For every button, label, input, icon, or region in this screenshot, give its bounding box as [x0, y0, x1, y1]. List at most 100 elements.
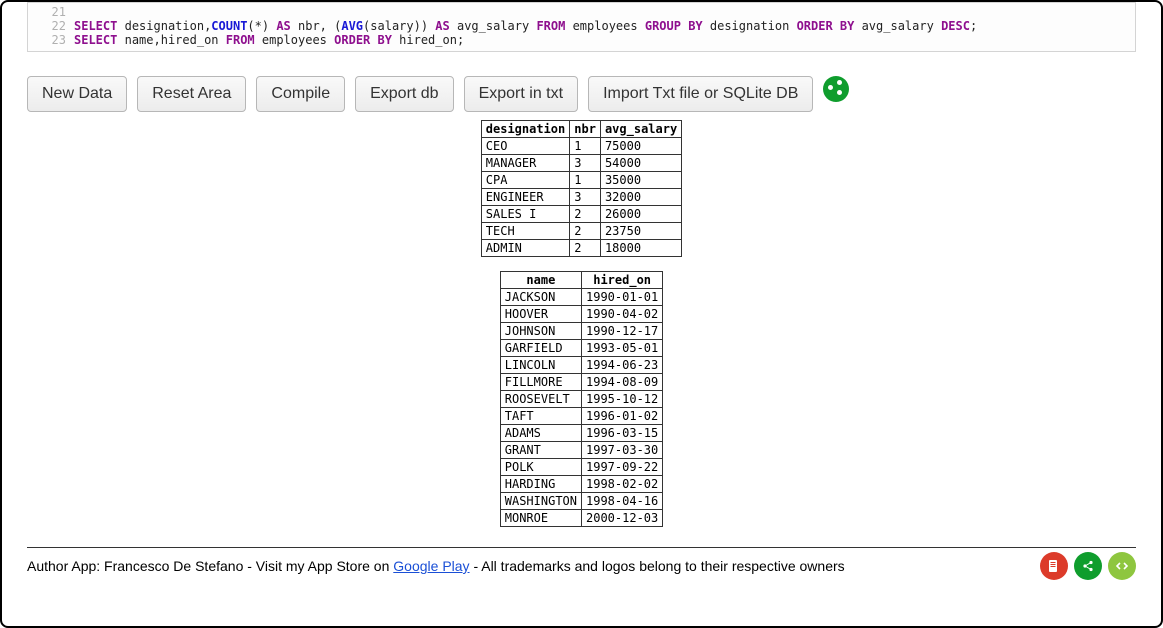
table-cell: 1	[570, 172, 601, 189]
table-cell: 1990-12-17	[582, 323, 663, 340]
table-row: WASHINGTON1998-04-16	[500, 493, 663, 510]
footer-icons	[1040, 552, 1136, 580]
table-cell: HARDING	[500, 476, 581, 493]
footer-prefix: Author App: Francesco De Stefano - Visit…	[27, 558, 393, 574]
share-icon[interactable]	[823, 76, 849, 102]
table-cell: 2	[570, 223, 601, 240]
code-content[interactable]: SELECT name,hired_on FROM employees ORDE…	[74, 33, 1135, 47]
table-cell: 1990-04-02	[582, 306, 663, 323]
code-line[interactable]: 21	[28, 5, 1135, 19]
line-number: 22	[28, 19, 74, 33]
export-db-button[interactable]: Export db	[355, 76, 453, 112]
table-cell: 1994-06-23	[582, 357, 663, 374]
table-row: GRANT1997-03-30	[500, 442, 663, 459]
table-row: ENGINEER332000	[481, 189, 681, 206]
share-footer-icon[interactable]	[1074, 552, 1102, 580]
table-row: HOOVER1990-04-02	[500, 306, 663, 323]
table-row: ADAMS1996-03-15	[500, 425, 663, 442]
table-row: LINCOLN1994-06-23	[500, 357, 663, 374]
reset-area-button[interactable]: Reset Area	[137, 76, 246, 112]
code-icon[interactable]	[1108, 552, 1136, 580]
table-row: HARDING1998-02-02	[500, 476, 663, 493]
footer-suffix: - All trademarks and logos belong to the…	[470, 558, 845, 574]
table-row: FILLMORE1994-08-09	[500, 374, 663, 391]
table-row: ADMIN218000	[481, 240, 681, 257]
code-content[interactable]	[74, 5, 1135, 19]
table-row: CEO175000	[481, 138, 681, 155]
table-row: TAFT1996-01-02	[500, 408, 663, 425]
table-cell: 1998-04-16	[582, 493, 663, 510]
table-cell: 2	[570, 206, 601, 223]
table-cell: LINCOLN	[500, 357, 581, 374]
table-cell: WASHINGTON	[500, 493, 581, 510]
table-cell: 2	[570, 240, 601, 257]
footer-divider	[27, 547, 1136, 548]
table-cell: 75000	[600, 138, 681, 155]
code-line[interactable]: 23SELECT name,hired_on FROM employees OR…	[28, 33, 1135, 47]
table-cell: 1990-01-01	[582, 289, 663, 306]
table-row: JACKSON1990-01-01	[500, 289, 663, 306]
table-cell: ENGINEER	[481, 189, 569, 206]
table-cell: ADAMS	[500, 425, 581, 442]
table-cell: 32000	[600, 189, 681, 206]
table-cell: 2000-12-03	[582, 510, 663, 527]
footer: Author App: Francesco De Stefano - Visit…	[27, 552, 1136, 580]
table-cell: 1997-09-22	[582, 459, 663, 476]
table-row: GARFIELD1993-05-01	[500, 340, 663, 357]
table-cell: 1993-05-01	[582, 340, 663, 357]
table-row: JOHNSON1990-12-17	[500, 323, 663, 340]
table-cell: 54000	[600, 155, 681, 172]
table-cell: 35000	[600, 172, 681, 189]
export-txt-button[interactable]: Export in txt	[464, 76, 578, 112]
table-cell: 23750	[600, 223, 681, 240]
table-header-cell: name	[500, 272, 581, 289]
table-cell: JOHNSON	[500, 323, 581, 340]
table-cell: POLK	[500, 459, 581, 476]
table-cell: 1996-01-02	[582, 408, 663, 425]
table-cell: CPA	[481, 172, 569, 189]
table-row: CPA135000	[481, 172, 681, 189]
table-cell: FILLMORE	[500, 374, 581, 391]
table-row: TECH223750	[481, 223, 681, 240]
table-cell: SALES I	[481, 206, 569, 223]
table-cell: CEO	[481, 138, 569, 155]
table-cell: 1997-03-30	[582, 442, 663, 459]
table-header-cell: designation	[481, 121, 569, 138]
table-row: MONROE2000-12-03	[500, 510, 663, 527]
table-cell: 1998-02-02	[582, 476, 663, 493]
pdf-icon[interactable]	[1040, 552, 1068, 580]
result-table-1: designationnbravg_salaryCEO175000MANAGER…	[481, 120, 682, 257]
table-cell: ADMIN	[481, 240, 569, 257]
table-cell: 3	[570, 189, 601, 206]
import-button[interactable]: Import Txt file or SQLite DB	[588, 76, 813, 112]
table-cell: HOOVER	[500, 306, 581, 323]
table-cell: 1996-03-15	[582, 425, 663, 442]
footer-text: Author App: Francesco De Stefano - Visit…	[27, 558, 845, 574]
table-cell: GRANT	[500, 442, 581, 459]
table-row: SALES I226000	[481, 206, 681, 223]
table-cell: ROOSEVELT	[500, 391, 581, 408]
table-cell: MONROE	[500, 510, 581, 527]
table-header-cell: nbr	[570, 121, 601, 138]
table-cell: 1994-08-09	[582, 374, 663, 391]
table-cell: 18000	[600, 240, 681, 257]
results-area: designationnbravg_salaryCEO175000MANAGER…	[12, 120, 1151, 527]
table-cell: 3	[570, 155, 601, 172]
table-cell: 1	[570, 138, 601, 155]
table-cell: GARFIELD	[500, 340, 581, 357]
google-play-link[interactable]: Google Play	[393, 558, 469, 574]
compile-button[interactable]: Compile	[256, 76, 345, 112]
new-data-button[interactable]: New Data	[27, 76, 127, 112]
sql-editor[interactable]: 21 22SELECT designation,COUNT(*) AS nbr,…	[27, 2, 1136, 52]
code-content[interactable]: SELECT designation,COUNT(*) AS nbr, (AVG…	[74, 19, 1135, 33]
table-row: MANAGER354000	[481, 155, 681, 172]
table-row: POLK1997-09-22	[500, 459, 663, 476]
code-line[interactable]: 22SELECT designation,COUNT(*) AS nbr, (A…	[28, 19, 1135, 33]
toolbar: New Data Reset Area Compile Export db Ex…	[27, 76, 1136, 112]
table-header-cell: hired_on	[582, 272, 663, 289]
table-cell: TAFT	[500, 408, 581, 425]
table-cell: JACKSON	[500, 289, 581, 306]
line-number: 21	[28, 5, 74, 19]
table-cell: MANAGER	[481, 155, 569, 172]
result-table-2: namehired_onJACKSON1990-01-01HOOVER1990-…	[500, 271, 664, 527]
